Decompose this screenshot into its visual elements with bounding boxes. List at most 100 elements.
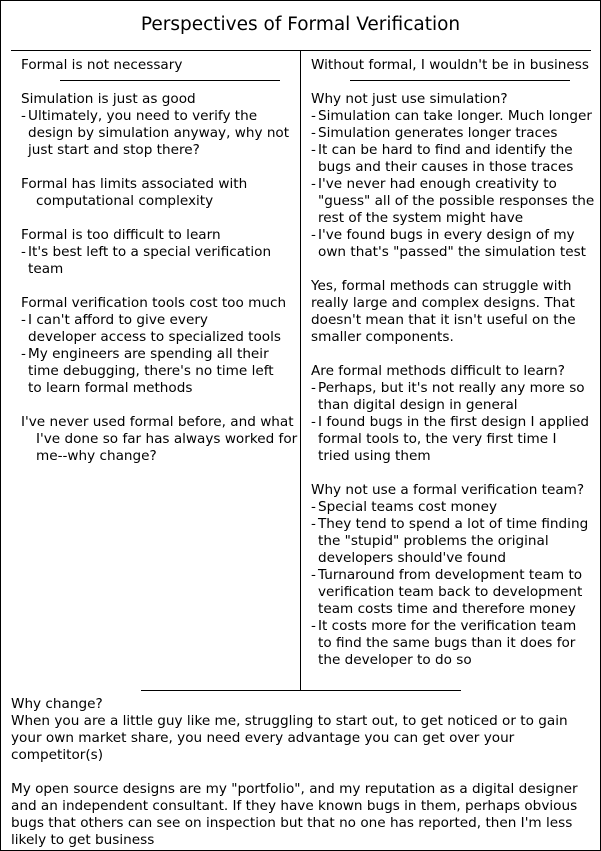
right-bullet-line: Perhaps, but it's not really any more so [318,380,585,396]
right-bullet-line: I've never had enough creativity to [318,176,557,192]
right-bullet: - I've found bugs in every design of my ow… [311,227,600,261]
right-bullet-line: formal tools to, the very first time I [318,431,557,447]
right-block-line: smaller components. [311,329,454,345]
right-bullet-line: the developer to do so [318,652,472,668]
left-block: I've never used formal before, and what I… [21,414,299,465]
left-bullet-line: developer access to specialized tools [28,329,281,345]
bullet-dash: - [21,312,26,328]
left-column: Formal is not necessary Simulation is ju… [21,57,299,465]
bottom-divider [141,690,461,691]
right-block-line: doesn't mean that it isn't useful on the [311,312,576,328]
left-block-lead: Formal verification tools cost too much [21,295,287,311]
right-bullet: -I found bugs in the first design I appl… [311,414,600,465]
right-blocks: Why not just use simulation? - Simulation … [311,91,600,669]
right-bullet-line: rest of the system might have [318,210,524,226]
left-block: Formal verification tools cost too much -… [21,295,299,397]
right-bullet-line: own that's "passed" the simulation test [318,244,586,260]
right-bullet-line: team costs time and therefore money [318,601,576,617]
right-bullet-line: "guess" all of the possible responses th… [318,193,595,209]
bullet-dash: - [311,499,316,515]
left-bullet: - My engineers are spending all their time… [21,346,299,397]
right-bullet-line: Simulation generates longer traces [318,125,558,141]
left-bullet-line: just start and stop there? [28,142,200,158]
bullet-dash: - [21,346,26,362]
right-bullet: - They tend to spend a lot of time findin… [311,516,600,567]
left-bullet-line: Ultimately, you need to verify the [28,108,258,124]
bullet-dash: - [21,108,26,124]
bullet-dash: - [311,176,316,192]
bottom-paragraph-line: When you are a little guy like me, strug… [11,713,568,729]
bottom-paragraph: When you are a little guy like me, strug… [11,713,600,764]
right-bullet: - Perhaps, but it's not really any more s… [311,380,600,414]
right-bullet: - I've never had enough creativity to "gue… [311,176,600,227]
diagram-page: Perspectives of Formal Verification Form… [0,0,601,851]
right-block-lead: Why not just use simulation? [311,91,508,107]
right-bullet-line: to find the same bugs than it does for [318,635,576,651]
bottom-heading: Why change? [11,696,103,712]
bullet-dash: - [311,567,316,583]
right-bullet-line: bugs and their causes in those traces [318,159,574,175]
bottom-paragraph-line: My open source designs are my "portfolio… [11,781,578,797]
right-column: Without formal, I wouldn't be in busines… [311,57,600,669]
bullet-dash: - [311,125,316,141]
right-block-lead: Why not use a formal verification team? [311,482,585,498]
right-bullet-line: I've found bugs in every design of my [318,227,575,243]
bottom-paragraph-line: likely to get business [11,832,155,848]
left-bullet: - Ultimately, you need to verify the desig… [21,108,299,159]
right-bullet: - Simulation generates longer traces [311,125,600,142]
bullet-dash: - [311,618,316,634]
left-block-line: me--why change? [36,448,157,464]
bottom-paragraph-line: bugs that others can see on inspection b… [11,815,573,831]
right-bullet: - Turnaround from development team to veri… [311,567,600,618]
right-bullet-line: the "stupid" problems the original [318,533,549,549]
column-divider [300,50,301,690]
left-block-line: computational complexity [36,193,214,209]
left-block: Simulation is just as good - Ultimately, y… [21,91,299,159]
bullet-dash: - [311,142,316,158]
right-bullet-line: developers should've found [318,550,506,566]
right-bullet-line: It costs more for the verification team [318,618,577,634]
bottom-paragraph-line: your own market share, you need every ad… [11,730,515,746]
right-bullet-line: They tend to spend a lot of time finding [318,516,589,532]
right-bullet: - It costs more for the verification team… [311,618,600,669]
bullet-dash: - [311,227,316,243]
bullet-dash: - [311,414,316,430]
right-block: Are formal methods difficult to learn? - P… [311,363,600,465]
right-bullet-line: Special teams cost money [318,499,498,515]
bottom-paragraph-line: competitor(s) [11,747,104,763]
bullet-dash: - [311,380,316,396]
right-block-lead: Are formal methods difficult to learn? [311,363,565,379]
right-bullet-line: I found bugs in the first design I appli… [318,414,589,430]
left-bullet-line: It's best left to a special verification [28,244,272,260]
right-bullet-line: than digital design in general [318,397,518,413]
right-block-line: really large and complex designs. That [311,295,575,311]
left-blocks: Simulation is just as good - Ultimately, y… [21,91,299,465]
bottom-paragraph-line: and an independent consultant. If they h… [11,798,578,814]
left-bullet-line: time debugging, there's no time left [28,363,274,379]
right-block: Why not just use simulation? - Simulation … [311,91,600,261]
left-bullet: - It's best left to a special verificatio… [21,244,299,278]
right-block-line: Yes, formal methods can struggle with [311,278,572,294]
bottom-paragraph: My open source designs are my "portfolio… [11,781,600,849]
left-block-lead: Simulation is just as good [21,91,196,107]
bullet-dash: - [311,516,316,532]
left-bullet-line: team [28,261,64,277]
left-block-line: I've done so far has always worked for [36,431,298,447]
right-bullet-line: tried using them [318,448,431,464]
right-bullet-line: Simulation can take longer. Much longer [318,108,592,124]
bullet-dash: - [21,244,26,260]
left-block: Formal has limits associated with computa… [21,176,299,210]
right-bullet-line: Turnaround from development team to [318,567,583,583]
left-bullet-line: My engineers are spending all their [28,346,269,362]
title-divider [11,50,591,51]
right-heading: Without formal, I wouldn't be in busines… [311,57,589,73]
diagram-title: Perspectives of Formal Verification [140,14,461,35]
left-block-line: I've never used formal before, and what [21,414,294,430]
bullet-dash: - [311,108,316,124]
bottom-paragraphs: When you are a little guy like me, strug… [11,713,600,849]
right-bullet: - Simulation can take longer. Much longer [311,108,600,125]
right-block: Why not use a formal verification team? -… [311,482,600,669]
left-block-lead: Formal is too difficult to learn [21,227,221,243]
left-bullet-line: I can't afford to give every [28,312,208,328]
left-heading: Formal is not necessary [21,57,183,73]
